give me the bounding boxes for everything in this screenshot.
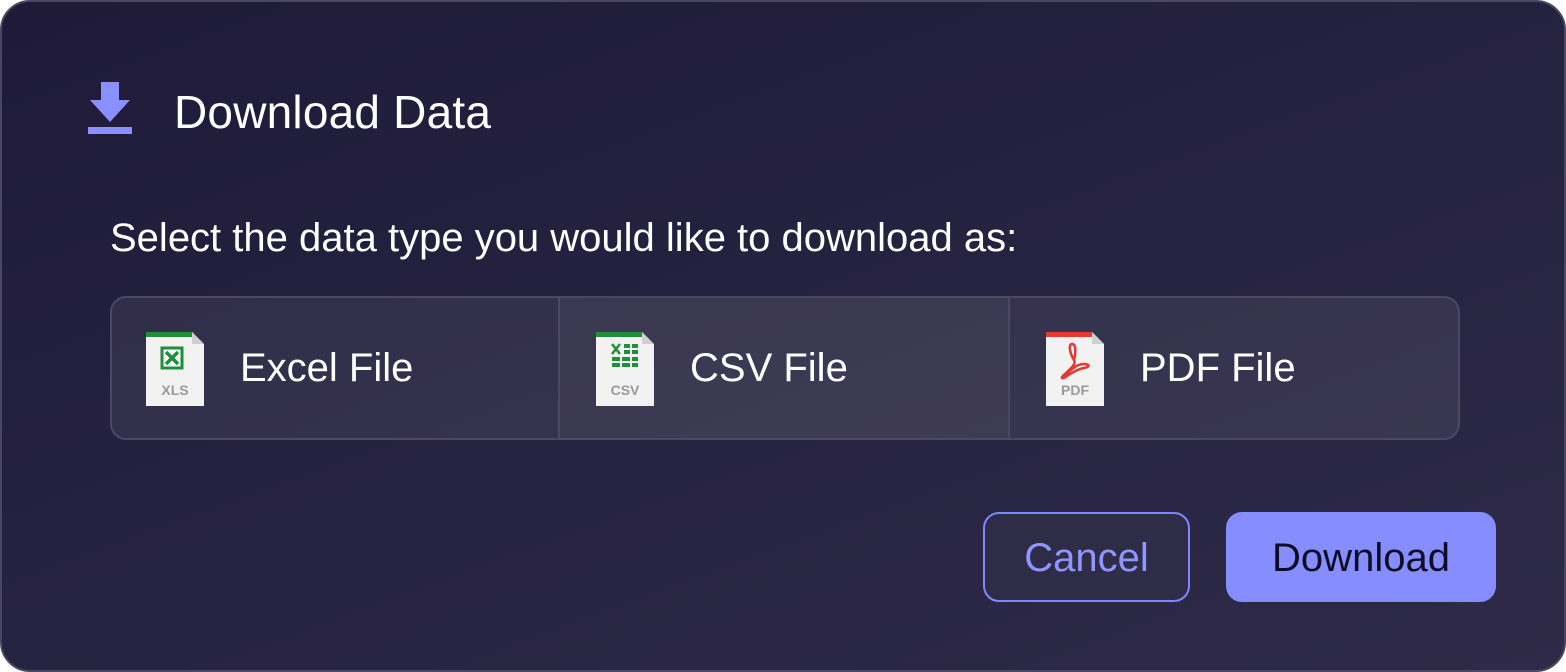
option-label-csv: CSV File [690,346,848,390]
download-button[interactable]: Download [1226,512,1496,602]
xls-icon-text: XLS [161,382,188,398]
file-type-options: XLS Excel File CSV CSV File PDF PDF File [110,296,1460,440]
download-dialog: Download Data Select the data type you w… [0,0,1566,672]
xls-file-icon: XLS [146,332,204,406]
csv-icon-text: CSV [611,382,640,398]
option-label-pdf: PDF File [1140,346,1296,390]
cancel-button[interactable]: Cancel [983,512,1190,602]
pdf-icon-text: PDF [1061,382,1089,398]
option-label-excel: Excel File [240,346,414,390]
dialog-title: Download Data [174,86,492,138]
dialog-prompt: Select the data type you would like to d… [110,216,1018,260]
pdf-file-icon: PDF [1046,332,1104,406]
option-pdf-file[interactable]: PDF PDF File [1010,298,1458,438]
option-excel-file[interactable]: XLS Excel File [112,298,560,438]
option-csv-file[interactable]: CSV CSV File [560,298,1010,438]
csv-file-icon: CSV [596,332,654,406]
download-icon [88,82,132,134]
